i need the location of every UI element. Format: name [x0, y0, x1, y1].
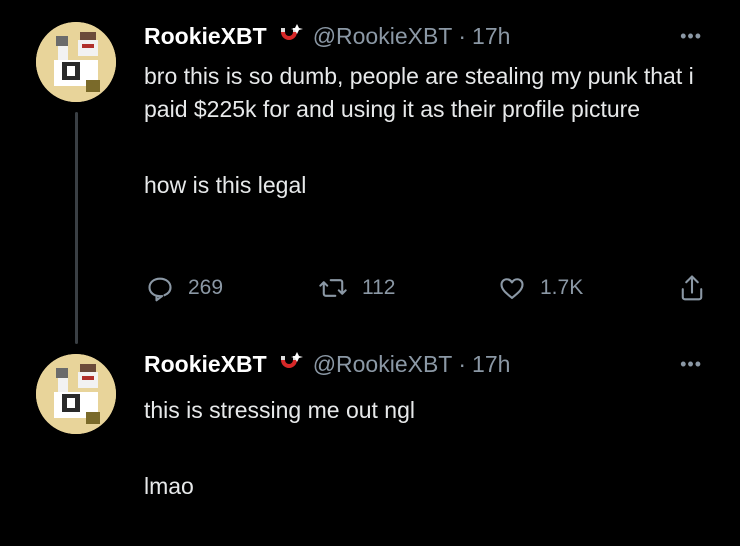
avatar[interactable]	[36, 22, 116, 102]
separator-dot: ·	[458, 22, 467, 49]
retweet-icon	[319, 279, 347, 297]
reply-icon	[148, 277, 172, 302]
pixel-avatar-icon	[36, 354, 116, 434]
tweet-text: this is stressing me out ngl lmao	[144, 394, 704, 546]
tweet-header: RookieXBT @RookieXBT · 17h	[144, 348, 510, 380]
more-options-button[interactable]: •••	[680, 26, 702, 46]
like-button[interactable]: 1.7K	[498, 268, 583, 308]
tweet-paragraph: this is stressing me out ngl	[144, 397, 416, 423]
pixel-avatar-icon	[36, 22, 116, 102]
timestamp[interactable]: 17h	[472, 351, 510, 378]
timestamp[interactable]: 17h	[472, 23, 510, 50]
tweet-paragraph: lmao	[144, 473, 194, 499]
tweet-header: RookieXBT @RookieXBT · 17h	[144, 20, 510, 52]
thread-connector-line	[75, 112, 78, 344]
separator-dot: ·	[458, 350, 467, 377]
magnet-icon	[275, 350, 303, 378]
avatar[interactable]	[36, 354, 116, 434]
tweet[interactable]: RookieXBT @RookieXBT · 17h ••• bro this …	[0, 0, 740, 344]
heart-icon	[500, 278, 524, 299]
tweet-text: bro this is so dumb, people are stealing…	[144, 60, 704, 245]
magnet-icon	[275, 22, 303, 50]
tweet[interactable]: RookieXBT @RookieXBT · 17h ••• this is s…	[0, 340, 740, 512]
reply-count: 269	[188, 276, 224, 299]
display-name[interactable]: RookieXBT	[144, 351, 267, 378]
retweet-count: 112	[362, 276, 396, 299]
retweet-button[interactable]: 112	[318, 268, 395, 308]
user-handle[interactable]: @RookieXBT	[313, 23, 453, 50]
tweet-paragraph: how is this legal	[144, 172, 307, 198]
user-handle[interactable]: @RookieXBT	[313, 351, 453, 378]
display-name[interactable]: RookieXBT	[144, 23, 267, 50]
more-options-button[interactable]: •••	[680, 354, 702, 374]
tweet-paragraph: bro this is so dumb, people are stealing…	[144, 63, 694, 122]
share-button[interactable]	[678, 268, 706, 308]
share-icon	[681, 275, 703, 301]
reply-button[interactable]: 269	[146, 268, 223, 308]
tweet-actions: 269 112 1.7K	[146, 268, 716, 308]
like-count: 1.7K	[540, 276, 584, 299]
